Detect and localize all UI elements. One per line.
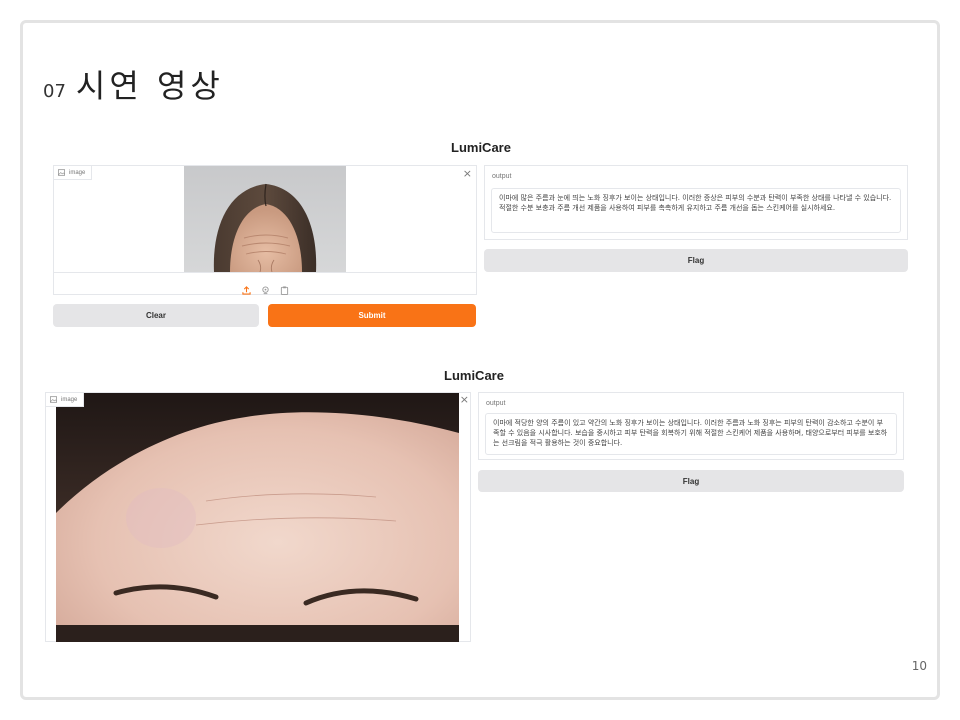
close-icon[interactable]: ×	[463, 168, 472, 179]
image-input-panel[interactable]: image ×	[45, 392, 471, 642]
flag-button[interactable]: Flag	[484, 249, 908, 272]
slide-title: 시연 영상	[75, 67, 224, 105]
upload-toolbar	[54, 272, 476, 295]
flag-button[interactable]: Flag	[478, 470, 904, 492]
image-label-text: image	[61, 396, 78, 403]
face-photo	[184, 166, 346, 272]
image-label: image	[54, 166, 93, 180]
output-label: output	[492, 173, 512, 180]
slide: 07 시연 영상 LumiCare image × Clear Submit o…	[20, 20, 940, 700]
output-panel: output 이마에 적당한 양의 주름이 있고 약간의 노화 징후가 보이는 …	[478, 392, 904, 460]
close-icon[interactable]: ×	[460, 394, 469, 405]
forehead-closeup-image	[56, 393, 459, 642]
output-panel: output 이마에 많은 주름과 눈에 띄는 노화 징후가 보이는 상태입니다…	[484, 165, 908, 240]
output-textbox[interactable]: 이마에 적당한 양의 주름이 있고 약간의 노화 징후가 보이는 상태입니다. …	[485, 413, 897, 455]
forehead-image	[184, 166, 346, 272]
image-label: image	[46, 393, 85, 407]
image-icon	[50, 396, 57, 403]
clipboard-icon[interactable]	[280, 280, 289, 295]
clear-button[interactable]: Clear	[53, 304, 259, 327]
output-textbox[interactable]: 이마에 많은 주름과 눈에 띄는 노화 징후가 보이는 상태입니다. 이러한 증…	[491, 188, 901, 233]
page-number: 10	[911, 659, 927, 673]
image-icon	[58, 169, 65, 176]
forehead-photo	[56, 393, 459, 642]
app-title: LumiCare	[444, 368, 504, 383]
image-input-panel[interactable]: image ×	[53, 165, 477, 295]
slide-number: 07	[43, 81, 66, 102]
app-title: LumiCare	[451, 140, 511, 155]
slide-heading: 07 시연 영상	[43, 61, 224, 107]
image-label-text: image	[69, 169, 86, 176]
webcam-icon[interactable]	[261, 280, 270, 294]
submit-button[interactable]: Submit	[268, 304, 476, 327]
output-label: output	[486, 400, 506, 407]
upload-icon[interactable]	[241, 280, 251, 295]
